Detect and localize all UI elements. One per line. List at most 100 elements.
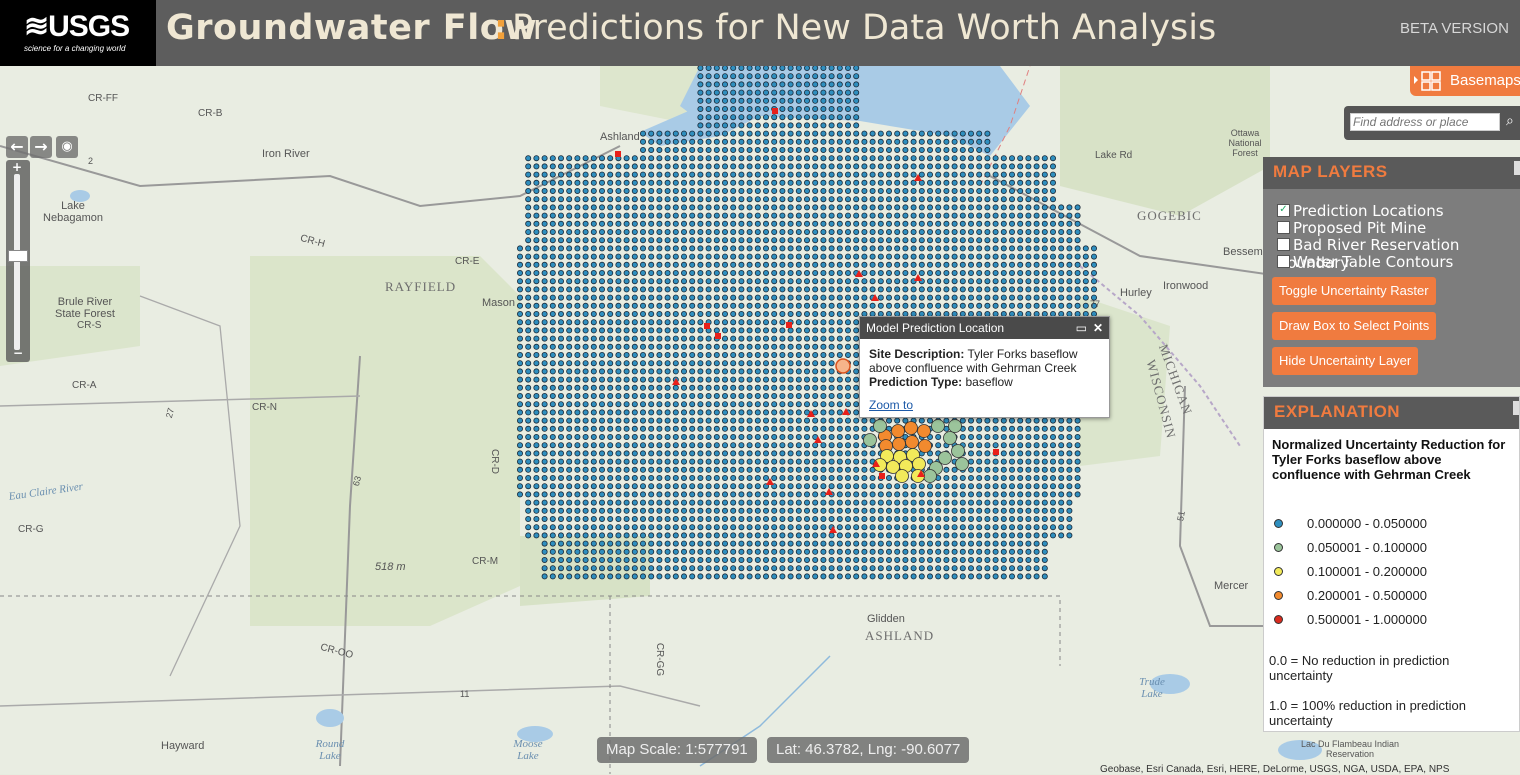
prediction-point[interactable] — [1058, 286, 1065, 293]
prediction-point[interactable] — [738, 360, 745, 367]
prediction-point[interactable] — [787, 368, 794, 375]
prediction-point[interactable] — [976, 204, 983, 211]
prediction-point[interactable] — [582, 220, 589, 227]
prediction-point[interactable] — [640, 351, 647, 358]
prediction-point[interactable] — [1000, 417, 1007, 424]
prediction-point[interactable] — [771, 179, 778, 186]
prediction-point[interactable] — [574, 425, 581, 432]
prediction-point[interactable] — [541, 524, 548, 531]
prediction-point[interactable] — [902, 278, 909, 285]
prediction-point[interactable] — [1058, 442, 1065, 449]
prediction-point[interactable] — [722, 188, 729, 195]
prediction-point[interactable] — [812, 212, 819, 219]
prediction-point[interactable] — [877, 130, 884, 137]
prediction-point[interactable] — [730, 499, 737, 506]
prediction-point[interactable] — [853, 425, 860, 432]
prediction-point[interactable] — [910, 138, 917, 145]
prediction-point[interactable] — [640, 417, 647, 424]
prediction-point[interactable] — [517, 384, 524, 391]
prediction-point[interactable] — [754, 573, 761, 580]
prediction-point[interactable] — [623, 507, 630, 514]
prediction-point[interactable] — [689, 163, 696, 170]
prediction-point[interactable] — [590, 425, 597, 432]
prediction-point[interactable] — [951, 212, 958, 219]
prediction-point[interactable] — [992, 294, 999, 301]
prediction-point[interactable] — [902, 179, 909, 186]
prediction-point[interactable] — [607, 450, 614, 457]
zoom-slider[interactable]: + − — [6, 160, 30, 362]
prediction-point[interactable] — [943, 212, 950, 219]
prediction-point[interactable] — [861, 532, 868, 539]
prediction-point[interactable] — [812, 524, 819, 531]
prediction-point[interactable] — [623, 237, 630, 244]
prediction-point[interactable] — [812, 360, 819, 367]
prediction-point[interactable] — [648, 360, 655, 367]
prediction-point[interactable] — [525, 155, 532, 162]
prediction-point[interactable] — [656, 368, 663, 375]
prediction-point[interactable] — [607, 360, 614, 367]
prediction-point[interactable] — [1009, 524, 1016, 531]
prediction-point[interactable] — [845, 122, 852, 129]
prediction-point[interactable] — [631, 253, 638, 260]
prediction-point[interactable] — [582, 228, 589, 235]
prediction-point[interactable] — [697, 138, 704, 145]
prediction-point[interactable] — [1025, 171, 1032, 178]
prediction-point[interactable] — [779, 171, 786, 178]
prediction-point[interactable] — [976, 163, 983, 170]
prediction-point[interactable] — [722, 319, 729, 326]
prediction-point[interactable] — [615, 483, 622, 490]
prediction-point[interactable] — [590, 319, 597, 326]
prediction-point[interactable] — [1074, 269, 1081, 276]
prediction-point[interactable] — [1009, 474, 1016, 481]
prediction-point[interactable] — [533, 392, 540, 399]
prediction-point[interactable] — [804, 196, 811, 203]
prediction-point[interactable] — [1066, 204, 1073, 211]
prediction-point[interactable] — [1000, 573, 1007, 580]
prediction-point[interactable] — [722, 540, 729, 547]
prediction-point[interactable] — [984, 155, 991, 162]
prediction-point[interactable] — [771, 212, 778, 219]
prediction-point[interactable] — [558, 507, 565, 514]
prediction-point[interactable] — [1041, 524, 1048, 531]
prediction-point[interactable] — [648, 171, 655, 178]
prediction-point[interactable] — [754, 179, 761, 186]
prediction-point[interactable] — [787, 122, 794, 129]
prediction-point[interactable] — [959, 261, 966, 268]
prediction-point[interactable] — [533, 163, 540, 170]
prediction-point[interactable] — [935, 228, 942, 235]
prediction-point[interactable] — [582, 548, 589, 555]
prediction-point[interactable] — [853, 228, 860, 235]
prediction-point[interactable] — [894, 188, 901, 195]
prediction-point[interactable] — [1025, 515, 1032, 522]
prediction-point[interactable] — [845, 401, 852, 408]
prediction-point[interactable] — [517, 351, 524, 358]
prediction-point[interactable] — [1025, 212, 1032, 219]
prediction-point[interactable] — [615, 376, 622, 383]
prediction-point[interactable] — [894, 196, 901, 203]
prediction-point[interactable] — [787, 294, 794, 301]
prediction-point[interactable] — [910, 483, 917, 490]
prediction-point[interactable] — [631, 376, 638, 383]
prediction-point[interactable] — [549, 491, 556, 498]
prediction-point[interactable] — [631, 220, 638, 227]
prediction-point[interactable] — [853, 286, 860, 293]
prediction-point[interactable] — [672, 392, 679, 399]
prediction-point[interactable] — [853, 212, 860, 219]
prediction-point[interactable] — [640, 425, 647, 432]
prediction-point[interactable] — [754, 155, 761, 162]
prediction-point[interactable] — [705, 360, 712, 367]
prediction-point[interactable] — [590, 155, 597, 162]
prediction-point[interactable] — [1009, 425, 1016, 432]
prediction-point[interactable] — [681, 278, 688, 285]
prediction-point[interactable] — [623, 278, 630, 285]
prediction-point[interactable] — [607, 335, 614, 342]
prediction-point[interactable] — [754, 474, 761, 481]
prediction-point[interactable] — [664, 245, 671, 252]
prediction-point[interactable] — [1066, 466, 1073, 473]
prediction-point[interactable] — [656, 261, 663, 268]
prediction-point[interactable] — [689, 417, 696, 424]
prediction-point[interactable] — [976, 253, 983, 260]
prediction-point[interactable] — [771, 302, 778, 309]
prediction-point[interactable] — [959, 179, 966, 186]
prediction-point[interactable] — [746, 73, 753, 80]
